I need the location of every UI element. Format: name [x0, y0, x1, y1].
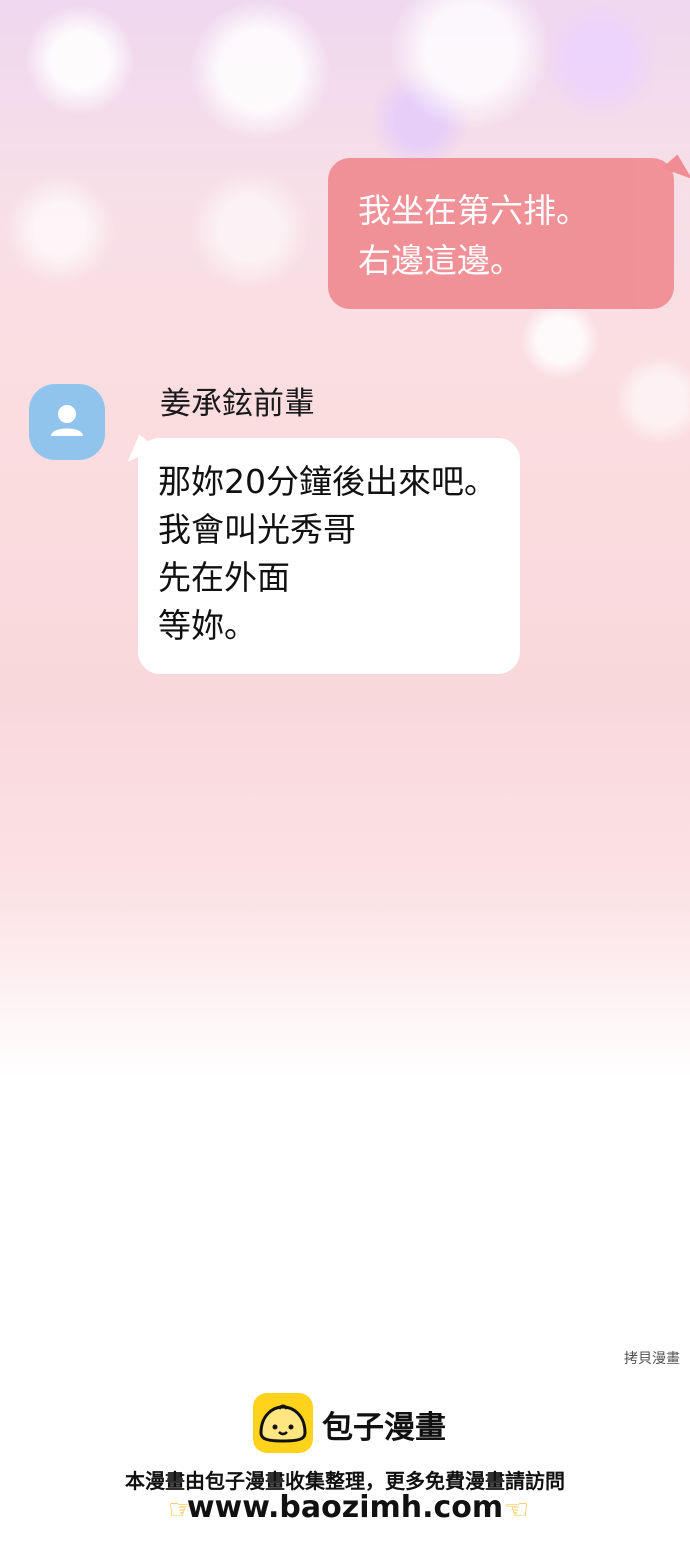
incoming-message-text: 那妳20分鐘後出來吧。 我會叫光秀哥 先在外面 等妳。 — [158, 462, 497, 645]
baozi-logo-icon — [253, 1393, 313, 1453]
hand-pointing-left-icon: ☜ — [504, 1493, 530, 1526]
user-icon — [51, 405, 83, 436]
outgoing-message-bubble: 我坐在第六排。 右邊這邊。 — [328, 158, 674, 309]
corner-watermark: 拷貝漫畫 — [624, 1351, 680, 1367]
brand-name: 包子漫畫 — [322, 1410, 446, 1446]
outgoing-message-text: 我坐在第六排。 右邊這邊。 — [358, 191, 589, 280]
incoming-message-bubble: 那妳20分鐘後出來吧。 我會叫光秀哥 先在外面 等妳。 — [138, 438, 520, 674]
sender-name: 姜承鉉前輩 — [160, 386, 315, 422]
avatar — [29, 384, 105, 460]
site-url-link[interactable]: www.baozimh.com — [0, 1490, 690, 1525]
